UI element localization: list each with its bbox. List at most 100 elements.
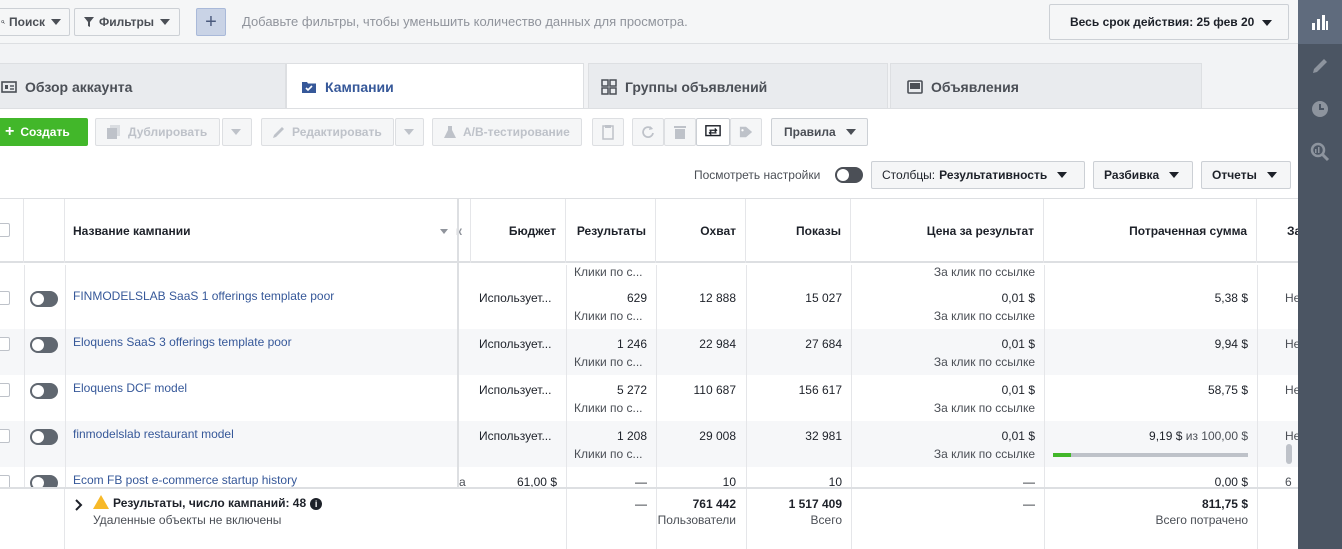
delete-button[interactable] — [664, 118, 696, 146]
budget-cell: Использует... — [479, 429, 552, 443]
impressions-cell: 27 684 — [805, 337, 842, 351]
tab-campaigns[interactable]: Кампании — [286, 63, 584, 110]
campaign-name-link[interactable]: finmodelslab restaurant model — [73, 427, 453, 441]
row-checkbox[interactable] — [0, 429, 10, 443]
add-filter-hint: Добавьте фильтры, чтобы уменьшить количе… — [242, 14, 688, 29]
campaign-status-toggle[interactable] — [30, 475, 58, 487]
reach-cell: 10 — [722, 475, 736, 487]
results-cell: 1 208 — [616, 429, 647, 443]
header-budget[interactable]: Бюджет — [471, 199, 566, 263]
vertical-scrollbar[interactable] — [1286, 444, 1292, 464]
row-checkbox[interactable] — [0, 337, 10, 351]
select-all-checkbox[interactable] — [0, 223, 10, 237]
header-amount-spent[interactable]: Потраченная сумма — [1044, 199, 1257, 263]
edit-dropdown-button[interactable] — [395, 118, 424, 146]
breakdown-label: Разбивка — [1104, 168, 1160, 182]
columns-button[interactable]: Столбцы: Результативность — [871, 161, 1085, 189]
spent-cell: 9,94 $ — [1044, 337, 1248, 351]
filters-button[interactable]: Фильтры — [74, 8, 180, 36]
pencil-icon[interactable] — [1310, 56, 1330, 76]
summary-title-text: Результаты, число кампаний: 48 — [113, 496, 307, 510]
reports-button[interactable]: Отчеты — [1201, 161, 1291, 189]
table-row[interactable]: Eloquens SaaS 3 offerings template poor И… — [0, 329, 1298, 375]
duplicate-button[interactable]: Дублировать — [95, 118, 220, 146]
column-divider — [851, 265, 852, 487]
insights-search-icon[interactable] — [1310, 142, 1330, 162]
campaigns-panel: + Создать Дублировать Редактировать A/B-… — [0, 108, 1298, 549]
rail-reports-tab[interactable] — [1298, 0, 1342, 44]
breakdown-button[interactable]: Разбивка — [1093, 161, 1193, 189]
campaign-name-link[interactable]: FINMODELSLAB SaaS 1 offerings template p… — [73, 289, 453, 303]
table-row[interactable]: Eloquens DCF model Использует... 5 272 Клик… — [0, 375, 1298, 421]
column-divider — [656, 265, 657, 487]
create-label: Создать — [20, 125, 70, 139]
campaign-status-toggle[interactable] — [30, 383, 58, 399]
campaign-name-link[interactable]: Eloquens DCF model — [73, 381, 453, 395]
row-checkbox[interactable] — [0, 475, 10, 487]
tab-label: Объявления — [931, 78, 1019, 95]
refresh-icon — [642, 126, 654, 138]
campaign-name-link[interactable]: Ecom FB post e-commerce startup history — [73, 473, 453, 487]
ab-test-button[interactable]: A/B-тестирование — [432, 118, 582, 146]
header-results[interactable]: Результаты — [566, 199, 656, 263]
tab-account-overview[interactable]: Обзор аккаунта — [0, 63, 286, 109]
header-reach[interactable]: Охват — [656, 199, 746, 263]
table-row[interactable]: finmodelslab restaurant model Использует.… — [0, 421, 1298, 467]
plus-icon: + — [205, 10, 217, 33]
next-cell: Не — [1285, 383, 1298, 397]
view-settings-toggle[interactable] — [835, 167, 863, 183]
header-next-label: За — [1287, 224, 1298, 238]
campaign-name-link[interactable]: Eloquens SaaS 3 offerings template poor — [73, 335, 453, 349]
summary-impressions-sub: Всего — [810, 513, 842, 527]
next-cell: Не — [1285, 429, 1298, 443]
campaign-status-toggle[interactable] — [30, 337, 58, 353]
grid-icon — [601, 78, 617, 95]
header-impressions-label: Показы — [796, 224, 841, 238]
trash-icon — [674, 126, 686, 139]
header-impressions[interactable]: Показы — [746, 199, 851, 263]
sort-caret-icon[interactable] — [440, 229, 448, 234]
tag-icon — [739, 126, 753, 138]
spending-limit-progress-fill — [1053, 453, 1071, 457]
refresh-button[interactable] — [632, 118, 664, 146]
compare-button[interactable] — [696, 118, 730, 146]
info-icon[interactable]: i — [310, 498, 323, 510]
create-button[interactable]: + Создать — [0, 118, 88, 146]
table-row[interactable]: Ecom FB post e-commerce startup history а… — [0, 467, 1298, 487]
results-sub: Клики по с... — [574, 265, 643, 279]
view-settings-label: Посмотреть настройки — [694, 168, 821, 182]
add-filter-button[interactable]: + — [196, 8, 226, 36]
table-row[interactable]: FINMODELSLAB SaaS 1 offerings template p… — [0, 283, 1298, 329]
budget-cell: 61,00 $ — [516, 475, 557, 487]
partial-cell: а — [459, 475, 466, 487]
spent-cell: 9,19 $ из 100,00 $ — [1044, 429, 1248, 443]
header-name-label: Название кампании — [73, 224, 191, 238]
tag-button[interactable] — [730, 118, 762, 146]
header-next[interactable]: За — [1257, 199, 1298, 263]
spent-cell: 58,75 $ — [1044, 383, 1248, 397]
duplicate-dropdown-button[interactable] — [222, 118, 252, 146]
rules-button[interactable]: Правила — [771, 118, 868, 146]
clipboard-icon — [602, 125, 614, 140]
cost-sub: За клик по ссылке — [933, 265, 1035, 279]
tab-label: Кампании — [325, 79, 394, 95]
date-range-label: Весь срок действия: 25 фев 20 — [1070, 15, 1255, 29]
clock-icon[interactable] — [1310, 99, 1330, 119]
campaign-status-toggle[interactable] — [30, 429, 58, 445]
chevron-right-icon[interactable] — [75, 499, 83, 511]
tab-ad-sets[interactable]: Группы объявлений — [588, 63, 888, 109]
campaign-status-toggle[interactable] — [30, 291, 58, 307]
row-checkbox[interactable] — [0, 383, 10, 397]
clipboard-button[interactable] — [592, 118, 624, 146]
header-cost-per-result[interactable]: Цена за результат — [851, 199, 1044, 263]
warning-icon — [93, 495, 109, 509]
tab-ads[interactable]: Объявления — [890, 63, 1202, 109]
date-range-button[interactable]: Весь срок действия: 25 фев 20 — [1049, 4, 1289, 40]
row-checkbox[interactable] — [0, 291, 10, 305]
search-button[interactable]: Поиск — [0, 8, 70, 36]
header-name[interactable]: Название кампании — [65, 199, 458, 263]
chevron-down-icon — [1262, 20, 1272, 26]
column-divider — [64, 489, 65, 549]
edit-button[interactable]: Редактировать — [261, 118, 394, 146]
cost-sub: За клик по ссылке — [933, 309, 1035, 323]
